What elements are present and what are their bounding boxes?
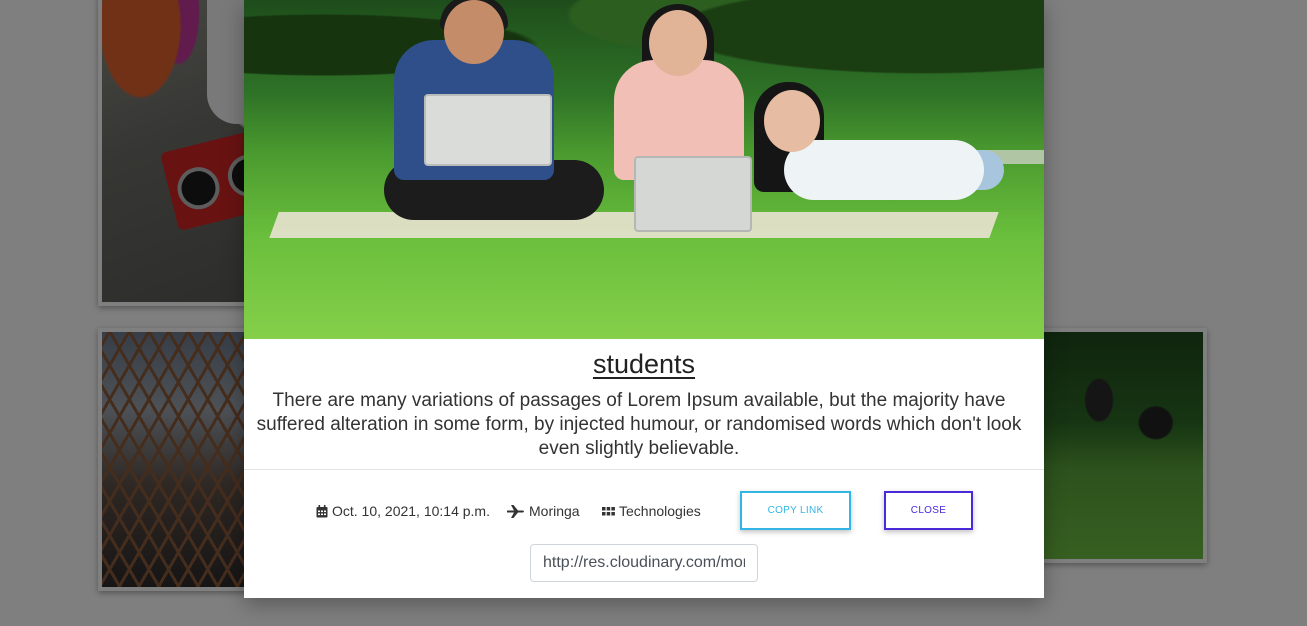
- meta-author: Moringa: [507, 491, 580, 531]
- calendar-icon: [316, 504, 328, 518]
- meta-author-text: Moringa: [529, 503, 580, 519]
- meta-date: Oct. 10, 2021, 10:14 p.m.: [316, 491, 490, 531]
- meta-date-text: Oct. 10, 2021, 10:14 p.m.: [332, 503, 490, 519]
- students-photo: [244, 0, 1044, 339]
- grid-icon: [602, 506, 615, 516]
- image-title: students: [592, 349, 696, 379]
- image-description: There are many variations of passages of…: [256, 390, 1022, 459]
- image-link-input[interactable]: [530, 544, 758, 582]
- meta-category-text: Technologies: [619, 503, 701, 519]
- copy-link-button[interactable]: COPY LINK: [740, 491, 851, 530]
- meta-category: Technologies: [602, 491, 701, 531]
- image-meta-row: Oct. 10, 2021, 10:14 p.m. Moringa Techno…: [244, 491, 1044, 531]
- plane-icon: [507, 504, 525, 518]
- modal-divider: [244, 469, 1044, 470]
- close-button[interactable]: CLOSE: [884, 491, 973, 530]
- image-detail-modal: students There are many variations of pa…: [244, 0, 1044, 598]
